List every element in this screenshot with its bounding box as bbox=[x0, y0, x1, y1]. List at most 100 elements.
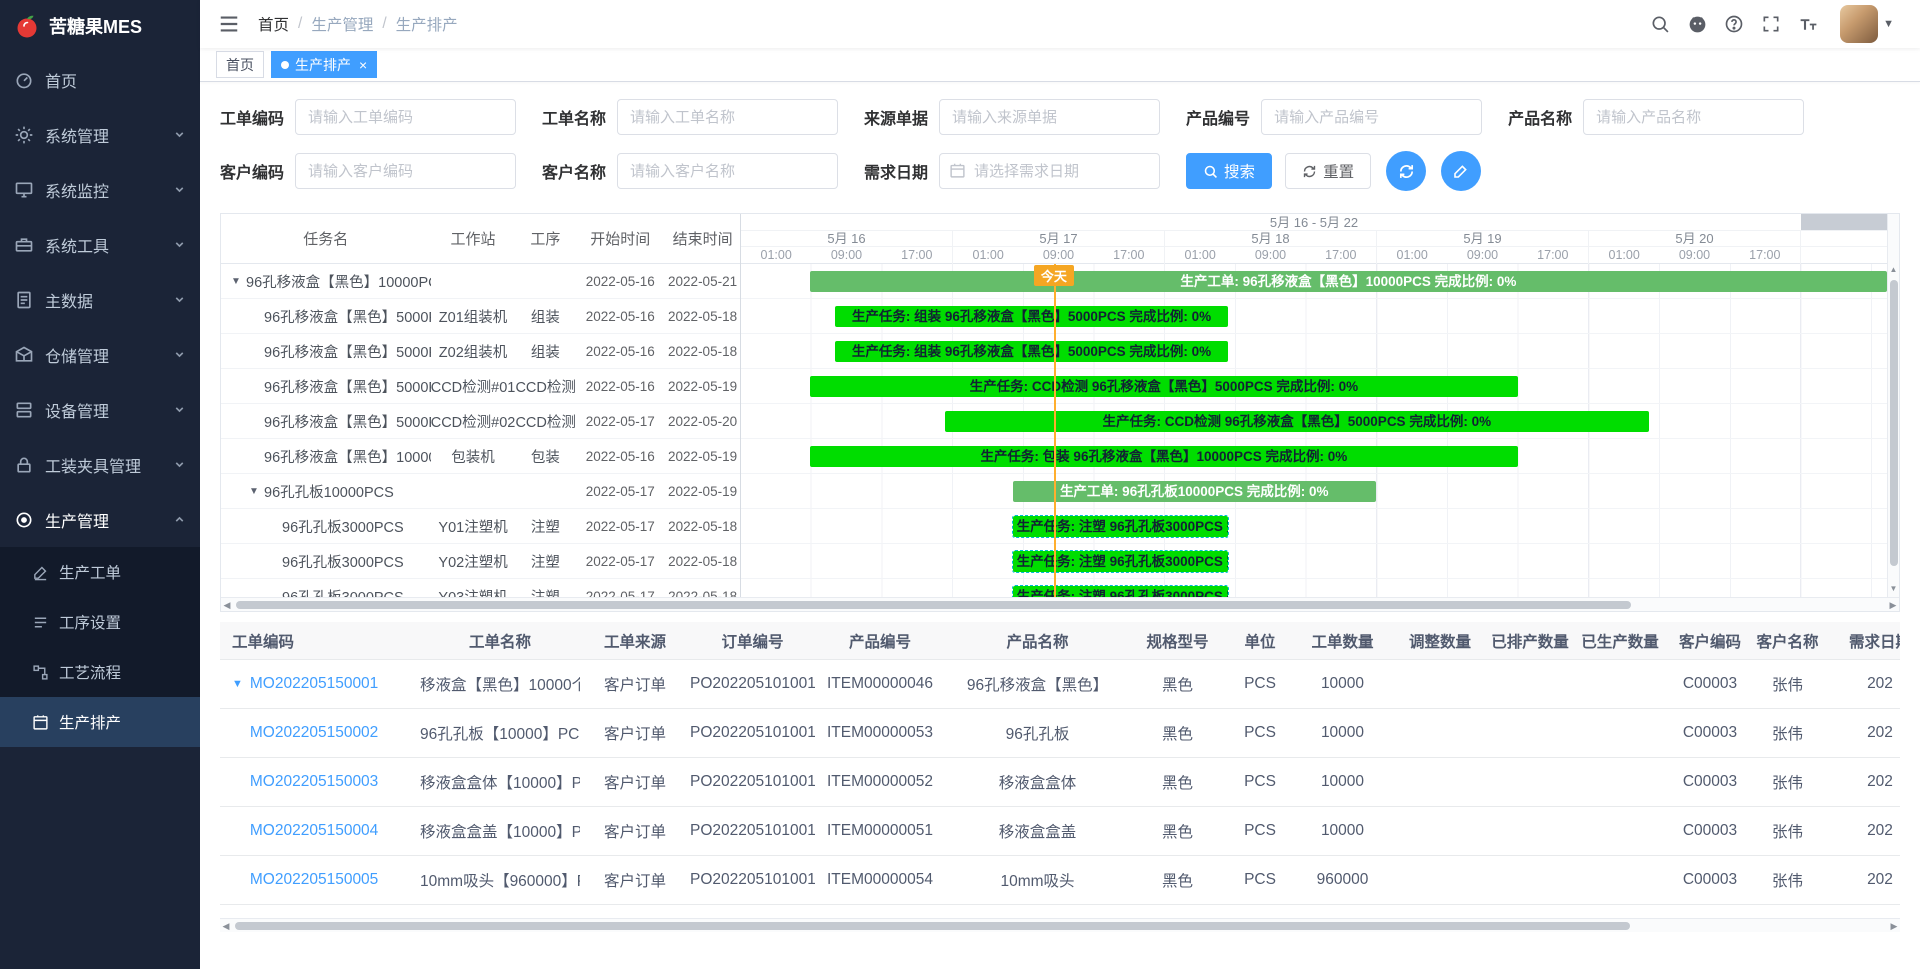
search-button[interactable]: 搜索 bbox=[1186, 153, 1272, 189]
gantt-task-row[interactable]: ▼96孔移液盒【黑色】10000PCS 2022-05-16 2022-05-2… bbox=[221, 264, 740, 299]
reset-button[interactable]: 重置 bbox=[1285, 153, 1371, 189]
sidebar-item-master-data[interactable]: 主数据 bbox=[0, 272, 200, 327]
product-name-input[interactable] bbox=[1583, 99, 1804, 135]
demand-date-input[interactable] bbox=[939, 153, 1160, 189]
scrollbar-thumb[interactable] bbox=[1890, 280, 1898, 566]
gantt-task-table: 任务名 工作站 工序 开始时间 结束时间 ▼96孔移液盒【黑色】10000PCS… bbox=[221, 214, 741, 597]
gantt-bar[interactable]: 生产任务: 组装 96孔移液盒【黑色】5000PCS 完成比例: 0% bbox=[835, 341, 1228, 362]
sidebar-item-system-tools[interactable]: 系统工具 bbox=[0, 217, 200, 272]
orders-column-header: 规格型号 bbox=[1130, 630, 1225, 652]
gantt-bar[interactable]: 生产任务: CCD检测 96孔移液盒【黑色】5000PCS 完成比例: 0% bbox=[810, 376, 1518, 397]
work-order-name-input[interactable] bbox=[617, 99, 838, 135]
gantt-bar[interactable]: 生产工单: 96孔移液盒【黑色】10000PCS 完成比例: 0% bbox=[810, 271, 1887, 292]
sidebar-item-warehouse-mgmt[interactable]: 仓储管理 bbox=[0, 327, 200, 382]
hour-label: 09:00 bbox=[1659, 247, 1729, 264]
scroll-down-icon[interactable]: ▼ bbox=[1888, 583, 1899, 595]
work-order-code-input[interactable] bbox=[295, 99, 516, 135]
process: 包装 bbox=[515, 446, 575, 467]
sidebar-item-fixture-mgmt[interactable]: 工装夹具管理 bbox=[0, 437, 200, 492]
search-icon[interactable] bbox=[1649, 13, 1671, 35]
order-row[interactable]: ▼ MO202205150001 移液盒【黑色】10000个 客户订单 PO20… bbox=[220, 660, 1900, 709]
order-no: PO202205101001 bbox=[690, 871, 815, 889]
work-order-code-link[interactable]: MO202205150004 bbox=[250, 822, 378, 840]
sidebar-item-process-settings[interactable]: 工序设置 bbox=[0, 597, 200, 647]
gantt-task-row[interactable]: ▼96孔移液盒【黑色】5000PCS CCD检测#01 CCD检测 2022-0… bbox=[221, 369, 740, 404]
scroll-right-icon[interactable]: ▶ bbox=[1887, 598, 1899, 612]
gantt-bar[interactable]: 生产任务: CCD检测 96孔移液盒【黑色】5000PCS 完成比例: 0% bbox=[945, 411, 1649, 432]
task-name: 96孔孔板3000PCS bbox=[282, 551, 404, 572]
close-icon[interactable]: × bbox=[359, 58, 367, 72]
product-no-input[interactable] bbox=[1261, 99, 1482, 135]
product-no: ITEM00000052 bbox=[815, 773, 945, 791]
order-row[interactable]: ▼ MO202205150002 96孔孔板【10000】PCS 客户订单 PO… bbox=[220, 709, 1900, 758]
gantt-task-row[interactable]: ▼96孔孔板10000PCS 2022-05-17 2022-05-19 bbox=[221, 474, 740, 509]
order-row[interactable]: ▼ MO202205150003 移液盒盒体【10000】PCS 客户订单 PO… bbox=[220, 758, 1900, 807]
gantt-bar[interactable]: 生产任务: 包装 96孔移液盒【黑色】10000PCS 完成比例: 0% bbox=[810, 446, 1518, 467]
box-icon bbox=[14, 345, 34, 365]
customer-name-input[interactable] bbox=[617, 153, 838, 189]
order-no: PO202205101001 bbox=[690, 724, 815, 742]
row-expand-caret[interactable]: ▼ bbox=[249, 486, 264, 497]
user-menu[interactable]: ▼ bbox=[1840, 5, 1894, 43]
gantt-bar[interactable]: 生产任务: 组装 96孔移液盒【黑色】5000PCS 完成比例: 0% bbox=[835, 306, 1228, 327]
gantt-bar-label: 生产工单: 96孔移液盒【黑色】10000PCS 完成比例: 0% bbox=[810, 271, 1887, 292]
customer-code-input[interactable] bbox=[295, 153, 516, 189]
gantt-vertical-scrollbar[interactable]: ▲ ▼ bbox=[1887, 214, 1899, 597]
breadcrumb-home[interactable]: 首页 bbox=[258, 13, 289, 35]
orders-horizontal-scrollbar[interactable]: ◀ ▶ bbox=[220, 918, 1900, 932]
avatar[interactable] bbox=[1840, 5, 1878, 43]
scroll-up-icon[interactable]: ▲ bbox=[1888, 264, 1899, 276]
help-icon[interactable] bbox=[1723, 13, 1745, 35]
sidebar-item-production-mgmt[interactable]: 生产管理 bbox=[0, 492, 200, 547]
scrollbar-thumb[interactable] bbox=[236, 601, 1631, 609]
gantt-bar[interactable]: 生产任务: 注塑 96孔孔板3000PCS 完成比例: 0% bbox=[1013, 516, 1228, 537]
gantt-task-row[interactable]: ▼96孔孔板3000PCS Y01注塑机 注塑 2022-05-17 2022-… bbox=[221, 509, 740, 544]
gantt-task-row[interactable]: ▼96孔孔板3000PCS Y02注塑机 注塑 2022-05-17 2022-… bbox=[221, 544, 740, 579]
fullscreen-icon[interactable] bbox=[1760, 13, 1782, 35]
chevron-down-icon bbox=[173, 183, 186, 196]
sidebar-item-production-order[interactable]: 生产工单 bbox=[0, 547, 200, 597]
scroll-left-icon[interactable]: ◀ bbox=[220, 919, 232, 932]
gantt-bar-label: 生产任务: CCD检测 96孔移液盒【黑色】5000PCS 完成比例: 0% bbox=[810, 376, 1518, 397]
work-order-code-link[interactable]: MO202205150005 bbox=[250, 871, 378, 889]
tab-home[interactable]: 首页 bbox=[216, 51, 264, 78]
gantt-bar[interactable]: 生产工单: 96孔孔板10000PCS 完成比例: 0% bbox=[1013, 481, 1376, 502]
scroll-left-icon[interactable]: ◀ bbox=[221, 598, 233, 612]
sidebar-item-production-scheduling[interactable]: 生产排产 bbox=[0, 697, 200, 747]
gantt-task-row[interactable]: ▼96孔移液盒【黑色】10000PCS 包装机 包装 2022-05-16 20… bbox=[221, 439, 740, 474]
gantt-task-row[interactable]: ▼96孔移液盒【黑色】5000PCS CCD检测#02 CCD检测 2022-0… bbox=[221, 404, 740, 439]
gantt-bar[interactable]: 生产任务: 注塑 96孔孔板3000PCS 完成比例: 0% bbox=[1013, 586, 1228, 597]
breadcrumb-production-mgmt[interactable]: 生产管理 bbox=[311, 13, 373, 35]
work-order-code-link[interactable]: MO202205150002 bbox=[250, 724, 378, 742]
customer-name: 张伟 bbox=[1750, 673, 1825, 695]
refresh-gantt-button[interactable] bbox=[1386, 151, 1426, 191]
tags-view-bar: 首页 生产排产 × bbox=[200, 48, 1920, 82]
sidebar-item-system-monitor[interactable]: 系统监控 bbox=[0, 162, 200, 217]
row-expand-caret[interactable]: ▼ bbox=[232, 678, 243, 690]
sidebar-item-system-mgmt[interactable]: 系统管理 bbox=[0, 107, 200, 162]
gantt-task-row[interactable]: ▼96孔移液盒【黑色】5000PCS Z01组装机 组装 2022-05-16 … bbox=[221, 299, 740, 334]
row-expand-caret[interactable]: ▼ bbox=[231, 276, 246, 287]
target-icon bbox=[14, 510, 34, 530]
source-doc-input[interactable] bbox=[939, 99, 1160, 135]
gantt-task-row[interactable]: ▼96孔孔板3000PCS Y03注塑机 注塑 2022-05-17 2022-… bbox=[221, 579, 740, 597]
work-order-code-link[interactable]: MO202205150001 bbox=[250, 675, 378, 693]
gantt-task-row[interactable]: ▼96孔移液盒【黑色】5000PCS Z02组装机 组装 2022-05-16 … bbox=[221, 334, 740, 369]
gantt-bar[interactable]: 生产任务: 注塑 96孔孔板3000PCS 完成比例: 0% bbox=[1013, 551, 1228, 572]
scrollbar-thumb[interactable] bbox=[235, 922, 1630, 930]
tab-production-scheduling[interactable]: 生产排产 × bbox=[271, 51, 377, 78]
github-icon[interactable] bbox=[1686, 13, 1708, 35]
sidebar-item-equipment-mgmt[interactable]: 设备管理 bbox=[0, 382, 200, 437]
edit-schedule-button[interactable] bbox=[1441, 151, 1481, 191]
app-logo: 苦糖果MES bbox=[0, 0, 200, 52]
gantt-chart-row: 生产任务: 组装 96孔移液盒【黑色】5000PCS 完成比例: 0% bbox=[741, 334, 1887, 369]
sidebar-item-home[interactable]: 首页 bbox=[0, 52, 200, 107]
work-order-code-link[interactable]: MO202205150003 bbox=[250, 773, 378, 791]
font-size-icon[interactable] bbox=[1797, 13, 1819, 35]
order-row[interactable]: ▼ MO202205150004 移液盒盒盖【10000】PCS 客户订单 PO… bbox=[220, 807, 1900, 856]
gantt-horizontal-scrollbar[interactable]: ◀ ▶ bbox=[221, 597, 1899, 611]
sidebar-item-process-flow[interactable]: 工艺流程 bbox=[0, 647, 200, 697]
sidebar-toggle-icon[interactable] bbox=[218, 12, 242, 36]
scroll-right-icon[interactable]: ▶ bbox=[1888, 919, 1900, 932]
order-row[interactable]: ▼ MO202205150005 10mm吸头【960000】PCS 客户订单 … bbox=[220, 856, 1900, 905]
